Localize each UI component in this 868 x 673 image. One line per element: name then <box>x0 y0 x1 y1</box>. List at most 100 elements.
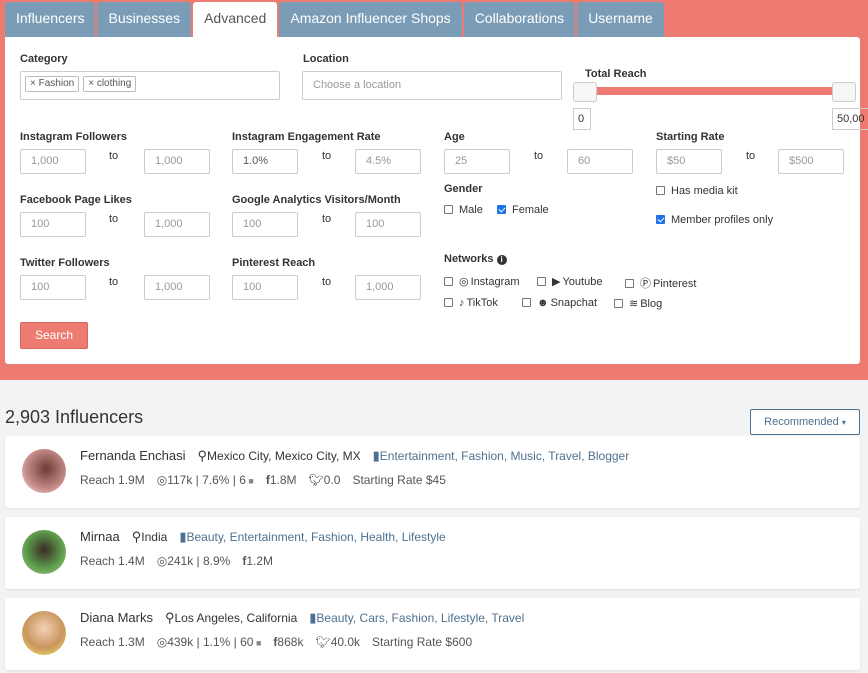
google-from[interactable]: 100 <box>232 212 298 237</box>
tab-influencers[interactable]: Influencers <box>5 2 96 37</box>
pinterest-from[interactable]: 100 <box>232 275 298 300</box>
instagram-followers-to[interactable]: 1,000 <box>144 149 210 174</box>
facebook-from[interactable]: 100 <box>20 212 86 237</box>
influencer-location: Los Angeles, California <box>174 611 298 625</box>
network-blog-checkbox[interactable]: ≋ Blog <box>614 297 662 310</box>
facebook-to[interactable]: 1,000 <box>144 212 210 237</box>
influencer-header: Diana Marks ⚲Los Angeles, California ▮Beau… <box>80 610 524 626</box>
pinterest-to[interactable]: 1,000 <box>355 275 421 300</box>
twitter-icon: 🐦︎ <box>315 635 331 649</box>
engagement-to[interactable]: 4.5% <box>355 149 421 174</box>
avatar[interactable] <box>22 611 66 655</box>
location-input[interactable]: Choose a location <box>302 71 562 100</box>
network-label: Instagram <box>470 276 520 288</box>
network-label: Pinterest <box>653 278 697 290</box>
category-chip[interactable]: × Fashion <box>25 76 80 92</box>
gender-female-checkbox[interactable]: Female <box>497 204 549 216</box>
age-to[interactable]: 60 <box>567 149 633 174</box>
tab-username[interactable]: Username <box>577 2 664 37</box>
checkbox-icon <box>614 299 623 308</box>
influencer-header: Fernanda Enchasi ⚲Mexico City, Mexico Cit… <box>80 448 629 464</box>
reach-slider-min-handle[interactable] <box>573 82 597 102</box>
network-label: TikTok <box>466 297 498 309</box>
instagram-icon: ◎ <box>156 473 168 487</box>
checkbox-icon <box>444 277 453 286</box>
reach-max-value: 50,00 <box>832 108 868 130</box>
member-only-checkbox[interactable]: Member profiles only <box>656 214 773 226</box>
age-label: Age <box>444 131 465 143</box>
to-label: to <box>322 150 332 162</box>
network-snapchat-checkbox[interactable]: ☻ Snapchat <box>522 297 597 309</box>
member-only-label: Member profiles only <box>671 214 774 226</box>
network-instagram-checkbox[interactable]: ◎ Instagram <box>444 275 520 288</box>
sort-dropdown[interactable]: Recommended ▾ <box>750 409 860 435</box>
instagram-followers-label: Instagram Followers <box>20 131 127 143</box>
instagram-followers-from[interactable]: 1,000 <box>20 149 86 174</box>
has-media-kit-checkbox[interactable]: Has media kit <box>656 185 738 197</box>
advanced-filter-panel: Category × Fashion × clothing Location Ch… <box>5 37 868 364</box>
influencer-tags: Entertainment, Fashion, Music, Travel, B… <box>379 449 630 463</box>
influencer-tags: Beauty, Entertainment, Fashion, Health, … <box>186 530 446 544</box>
starting-rate-label: Starting Rate <box>656 131 725 143</box>
starting-rate: Starting Rate $45 <box>352 473 446 487</box>
influencer-name[interactable]: Fernanda Enchasi <box>80 448 186 463</box>
to-label: to <box>109 276 119 288</box>
tab-amazon-shops[interactable]: Amazon Influencer Shops <box>279 2 462 37</box>
starting-rate-to[interactable]: $500 <box>778 149 844 174</box>
map-marker-icon: ⚲ <box>197 448 208 463</box>
influencer-name[interactable]: Diana Marks <box>80 610 153 625</box>
facebook-stats: 1.2M <box>246 554 274 568</box>
influencer-header: Mirnaa ⚲India ▮Beauty, Entertainment, Fash… <box>80 529 446 545</box>
reach-slider-max-handle[interactable] <box>832 82 856 102</box>
google-to[interactable]: 100 <box>355 212 421 237</box>
network-youtube-checkbox[interactable]: ▶ Youtube <box>537 275 602 288</box>
age-from[interactable]: 25 <box>444 149 510 174</box>
category-chip[interactable]: × clothing <box>83 76 137 92</box>
influencer-card[interactable]: Fernanda Enchasi ⚲Mexico City, Mexico Cit… <box>5 436 860 508</box>
checkbox-icon <box>444 205 453 214</box>
to-label: to <box>322 276 332 288</box>
tab-collaborations[interactable]: Collaborations <box>463 2 576 37</box>
tab-businesses[interactable]: Businesses <box>97 2 192 37</box>
influencer-card[interactable]: Diana Marks ⚲Los Angeles, California ▮Beau… <box>5 598 860 670</box>
influencer-name[interactable]: Mirnaa <box>80 529 120 544</box>
to-label: to <box>109 150 119 162</box>
avatar[interactable] <box>22 530 66 574</box>
twitter-from[interactable]: 100 <box>20 275 86 300</box>
total-reach-label: Total Reach <box>585 68 647 80</box>
chip-label: clothing <box>96 78 132 89</box>
reach: Reach 1.3M <box>80 635 145 649</box>
male-label: Male <box>459 204 483 216</box>
has-media-kit-label: Has media kit <box>671 185 738 197</box>
gender-male-checkbox[interactable]: Male <box>444 204 483 216</box>
facebook-label: Facebook Page Likes <box>20 194 132 206</box>
category-input[interactable]: × Fashion × clothing <box>20 71 280 100</box>
network-label: Snapchat <box>550 297 598 309</box>
search-button[interactable]: Search <box>20 322 88 349</box>
facebook-stats: 1.8M <box>269 473 297 487</box>
reach: Reach 1.9M <box>80 473 145 487</box>
influencer-card[interactable]: Mirnaa ⚲India ▮Beauty, Entertainment, Fash… <box>5 517 860 589</box>
engagement-from[interactable]: 1.0% <box>232 149 298 174</box>
avatar[interactable] <box>22 449 66 493</box>
pinterest-icon: Ⓟ <box>640 278 651 290</box>
influencer-location: India <box>141 530 168 544</box>
network-pinterest-checkbox[interactable]: Ⓟ Pinterest <box>625 275 696 291</box>
chip-label: Fashion <box>38 78 75 89</box>
engagement-label: Instagram Engagement Rate <box>232 131 381 143</box>
network-label: Youtube <box>562 276 603 288</box>
starting-rate-from[interactable]: $50 <box>656 149 722 174</box>
reach-slider-track[interactable] <box>585 87 845 95</box>
instagram-stats: 241k | 8.9% <box>167 554 231 568</box>
twitter-to[interactable]: 1,000 <box>144 275 210 300</box>
tab-bar: Influencers Businesses Advanced Amazon I… <box>5 2 664 37</box>
instagram-icon: ◎ <box>459 276 469 288</box>
twitter-stats: 0.0 <box>323 473 341 487</box>
bookmark-icon: ▮ <box>372 448 380 463</box>
network-tiktok-checkbox[interactable]: ♪ TikTok <box>444 297 498 309</box>
info-icon[interactable]: i <box>496 255 507 265</box>
influencer-tags: Beauty, Cars, Fashion, Lifestyle, Travel <box>316 611 525 625</box>
instagram-stats: 117k | 7.6% | 6 <box>167 473 246 487</box>
to-label: to <box>109 213 119 225</box>
tab-advanced[interactable]: Advanced <box>193 2 278 37</box>
